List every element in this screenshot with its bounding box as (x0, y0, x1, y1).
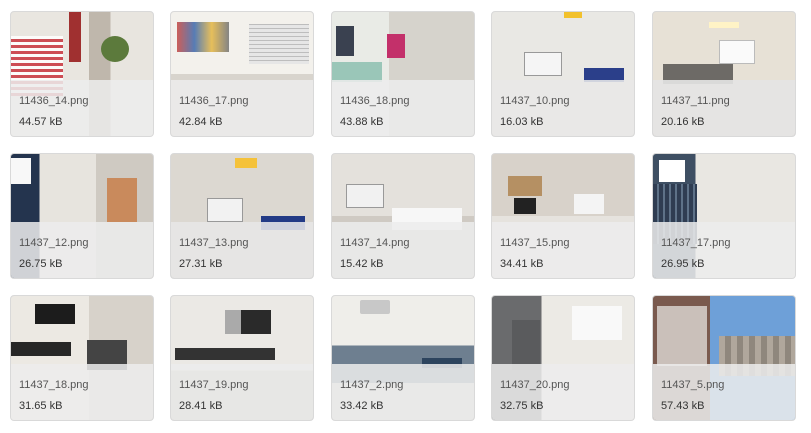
file-size: 44.57 kB (19, 116, 63, 128)
file-name: 11437_14.png (340, 237, 410, 249)
file-card[interactable]: 11437_12.png 26.75 kB (10, 153, 154, 279)
file-size: 26.95 kB (661, 258, 705, 270)
file-name: 11437_5.png (661, 379, 725, 391)
file-size: 31.65 kB (19, 400, 63, 412)
file-card[interactable]: 11437_11.png 20.16 kB (652, 11, 796, 137)
file-size: 28.41 kB (179, 400, 223, 412)
file-name: 11437_2.png (340, 379, 404, 391)
file-card[interactable]: 11436_18.png 43.88 kB (331, 11, 475, 137)
file-card[interactable]: 11437_17.png 26.95 kB (652, 153, 796, 279)
file-size: 26.75 kB (19, 258, 63, 270)
file-name: 11436_14.png (19, 95, 89, 107)
file-name: 11436_17.png (179, 95, 249, 107)
file-grid: 11436_14.png 44.57 kB 11436_17.png 42.84… (0, 0, 811, 433)
file-card[interactable]: 11437_5.png 57.43 kB (652, 295, 796, 421)
file-card[interactable]: 11436_17.png 42.84 kB (170, 11, 314, 137)
file-size: 42.84 kB (179, 116, 223, 128)
file-name: 11437_20.png (500, 379, 570, 391)
file-name: 11437_18.png (19, 379, 89, 391)
file-name: 11437_17.png (661, 237, 731, 249)
file-size: 16.03 kB (500, 116, 544, 128)
file-card[interactable]: 11436_14.png 44.57 kB (10, 11, 154, 137)
file-name: 11437_10.png (500, 95, 570, 107)
file-card[interactable]: 11437_2.png 33.42 kB (331, 295, 475, 421)
file-card[interactable]: 11437_10.png 16.03 kB (491, 11, 635, 137)
file-name: 11437_13.png (179, 237, 249, 249)
file-size: 34.41 kB (500, 258, 544, 270)
file-name: 11437_12.png (19, 237, 89, 249)
file-card[interactable]: 11437_14.png 15.42 kB (331, 153, 475, 279)
file-name: 11437_19.png (179, 379, 249, 391)
file-name: 11437_11.png (661, 95, 730, 107)
file-size: 33.42 kB (340, 400, 384, 412)
file-card[interactable]: 11437_19.png 28.41 kB (170, 295, 314, 421)
file-size: 32.75 kB (500, 400, 544, 412)
file-size: 15.42 kB (340, 258, 384, 270)
file-card[interactable]: 11437_18.png 31.65 kB (10, 295, 154, 421)
file-name: 11437_15.png (500, 237, 570, 249)
file-size: 43.88 kB (340, 116, 384, 128)
file-card[interactable]: 11437_15.png 34.41 kB (491, 153, 635, 279)
file-name: 11436_18.png (340, 95, 410, 107)
file-card[interactable]: 11437_20.png 32.75 kB (491, 295, 635, 421)
file-card[interactable]: 11437_13.png 27.31 kB (170, 153, 314, 279)
file-size: 27.31 kB (179, 258, 223, 270)
file-size: 20.16 kB (661, 116, 705, 128)
file-size: 57.43 kB (661, 400, 705, 412)
